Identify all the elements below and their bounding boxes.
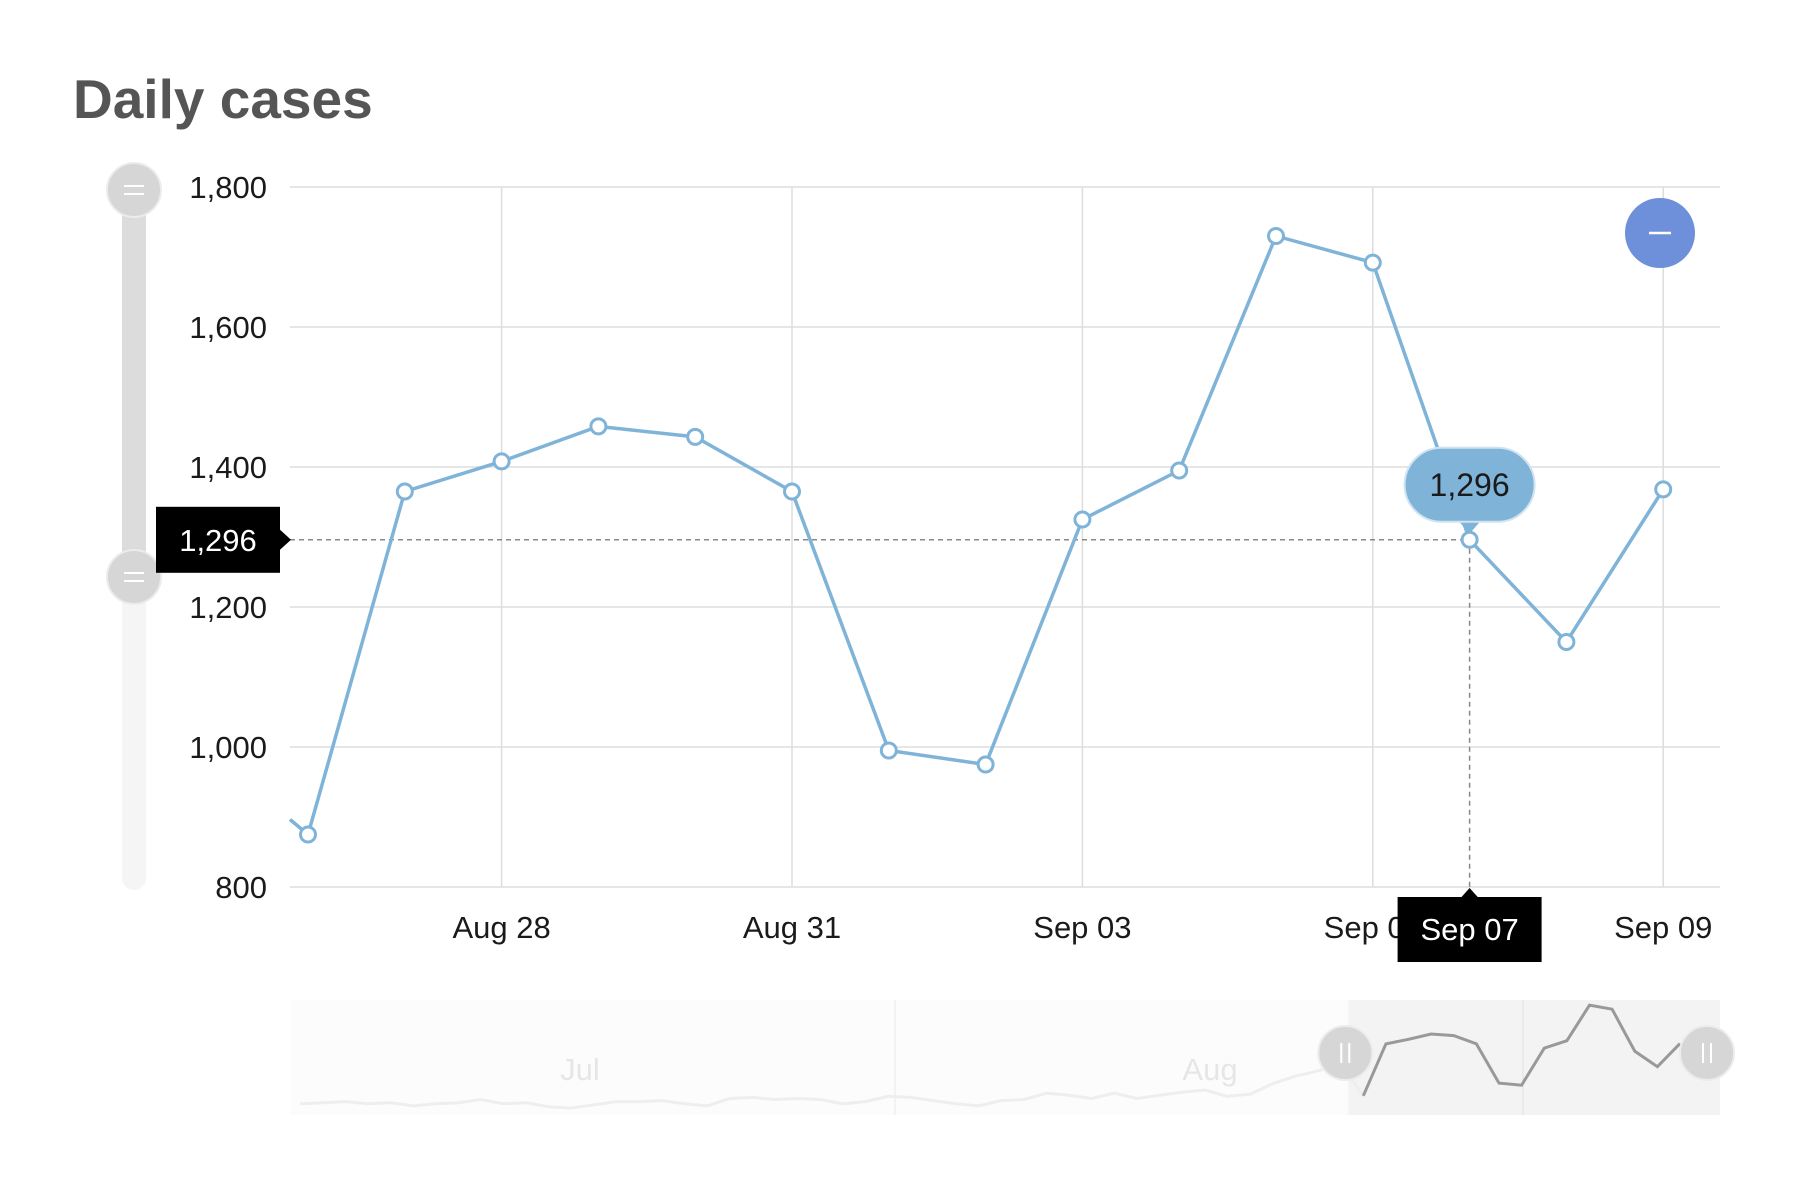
y-tooltip-pointer xyxy=(280,529,291,550)
series-cases xyxy=(288,227,1673,844)
chart-grid xyxy=(290,186,1720,888)
balloon-label: 1,296 xyxy=(1430,467,1510,503)
x-tick-label: Sep 03 xyxy=(1033,910,1131,945)
y-tick-label: 800 xyxy=(215,870,267,905)
grip-circle xyxy=(1317,1025,1374,1081)
y-tick-label: 1,600 xyxy=(189,310,267,345)
scrollbar-grip-top xyxy=(106,162,162,218)
minimap-grip-left xyxy=(1317,1025,1374,1081)
data-point xyxy=(1363,253,1382,272)
data-point xyxy=(686,427,705,446)
minimap-label: Jul xyxy=(560,1052,600,1087)
cursor-tooltips: 1,296 Sep 07 1,296 xyxy=(156,446,1542,962)
y-tick-label: 1,400 xyxy=(189,450,267,485)
data-point xyxy=(1170,461,1189,480)
minimap-selection xyxy=(1348,1000,1720,1115)
grip-circle xyxy=(106,162,162,218)
data-point xyxy=(1073,510,1092,529)
value-balloon: 1,296 xyxy=(1403,446,1536,534)
y-tick-label: 1,200 xyxy=(189,590,267,625)
minimap-scrollbar[interactable]: Jul Aug xyxy=(290,1000,1735,1115)
grip-circle xyxy=(106,549,162,605)
line-chart[interactable]: Jul Aug 800 1,000 1,200 1,400 1,600 1,800 Aug … xyxy=(0,0,1800,1200)
data-point xyxy=(589,417,608,436)
y-cursor-tooltip: 1,296 xyxy=(156,506,291,573)
data-point xyxy=(976,755,995,774)
x-tick-label: Aug 31 xyxy=(743,910,841,945)
x-tooltip-pointer xyxy=(1460,888,1479,898)
series-line xyxy=(288,234,1665,837)
zoom-out-button[interactable] xyxy=(1625,198,1695,268)
x-cursor-tooltip: Sep 07 xyxy=(1397,888,1542,962)
cursor-lines xyxy=(290,539,1471,887)
data-point xyxy=(783,482,801,501)
grip-circle xyxy=(1679,1025,1735,1081)
minimap-grip-right xyxy=(1679,1025,1735,1081)
minimap-label: Aug xyxy=(1182,1052,1237,1087)
y-tooltip-label: 1,296 xyxy=(179,523,257,558)
data-point xyxy=(1460,530,1479,549)
x-tick-label: Sep 09 xyxy=(1614,910,1712,945)
data-point xyxy=(1654,480,1673,499)
data-point xyxy=(395,482,414,501)
data-point xyxy=(1557,633,1576,651)
vertical-scrollbar[interactable] xyxy=(106,162,162,890)
y-tick-label: 1,000 xyxy=(189,730,267,765)
data-point xyxy=(299,825,317,844)
data-point xyxy=(879,741,898,760)
y-tick-label: 1,800 xyxy=(189,170,267,205)
x-tick-label: Aug 28 xyxy=(452,910,550,945)
scrollbar-grip-bottom xyxy=(106,549,162,605)
x-tooltip-label: Sep 07 xyxy=(1420,912,1518,947)
data-point xyxy=(492,452,511,471)
scrollbar-thumb xyxy=(122,190,146,580)
data-point xyxy=(1267,227,1285,245)
